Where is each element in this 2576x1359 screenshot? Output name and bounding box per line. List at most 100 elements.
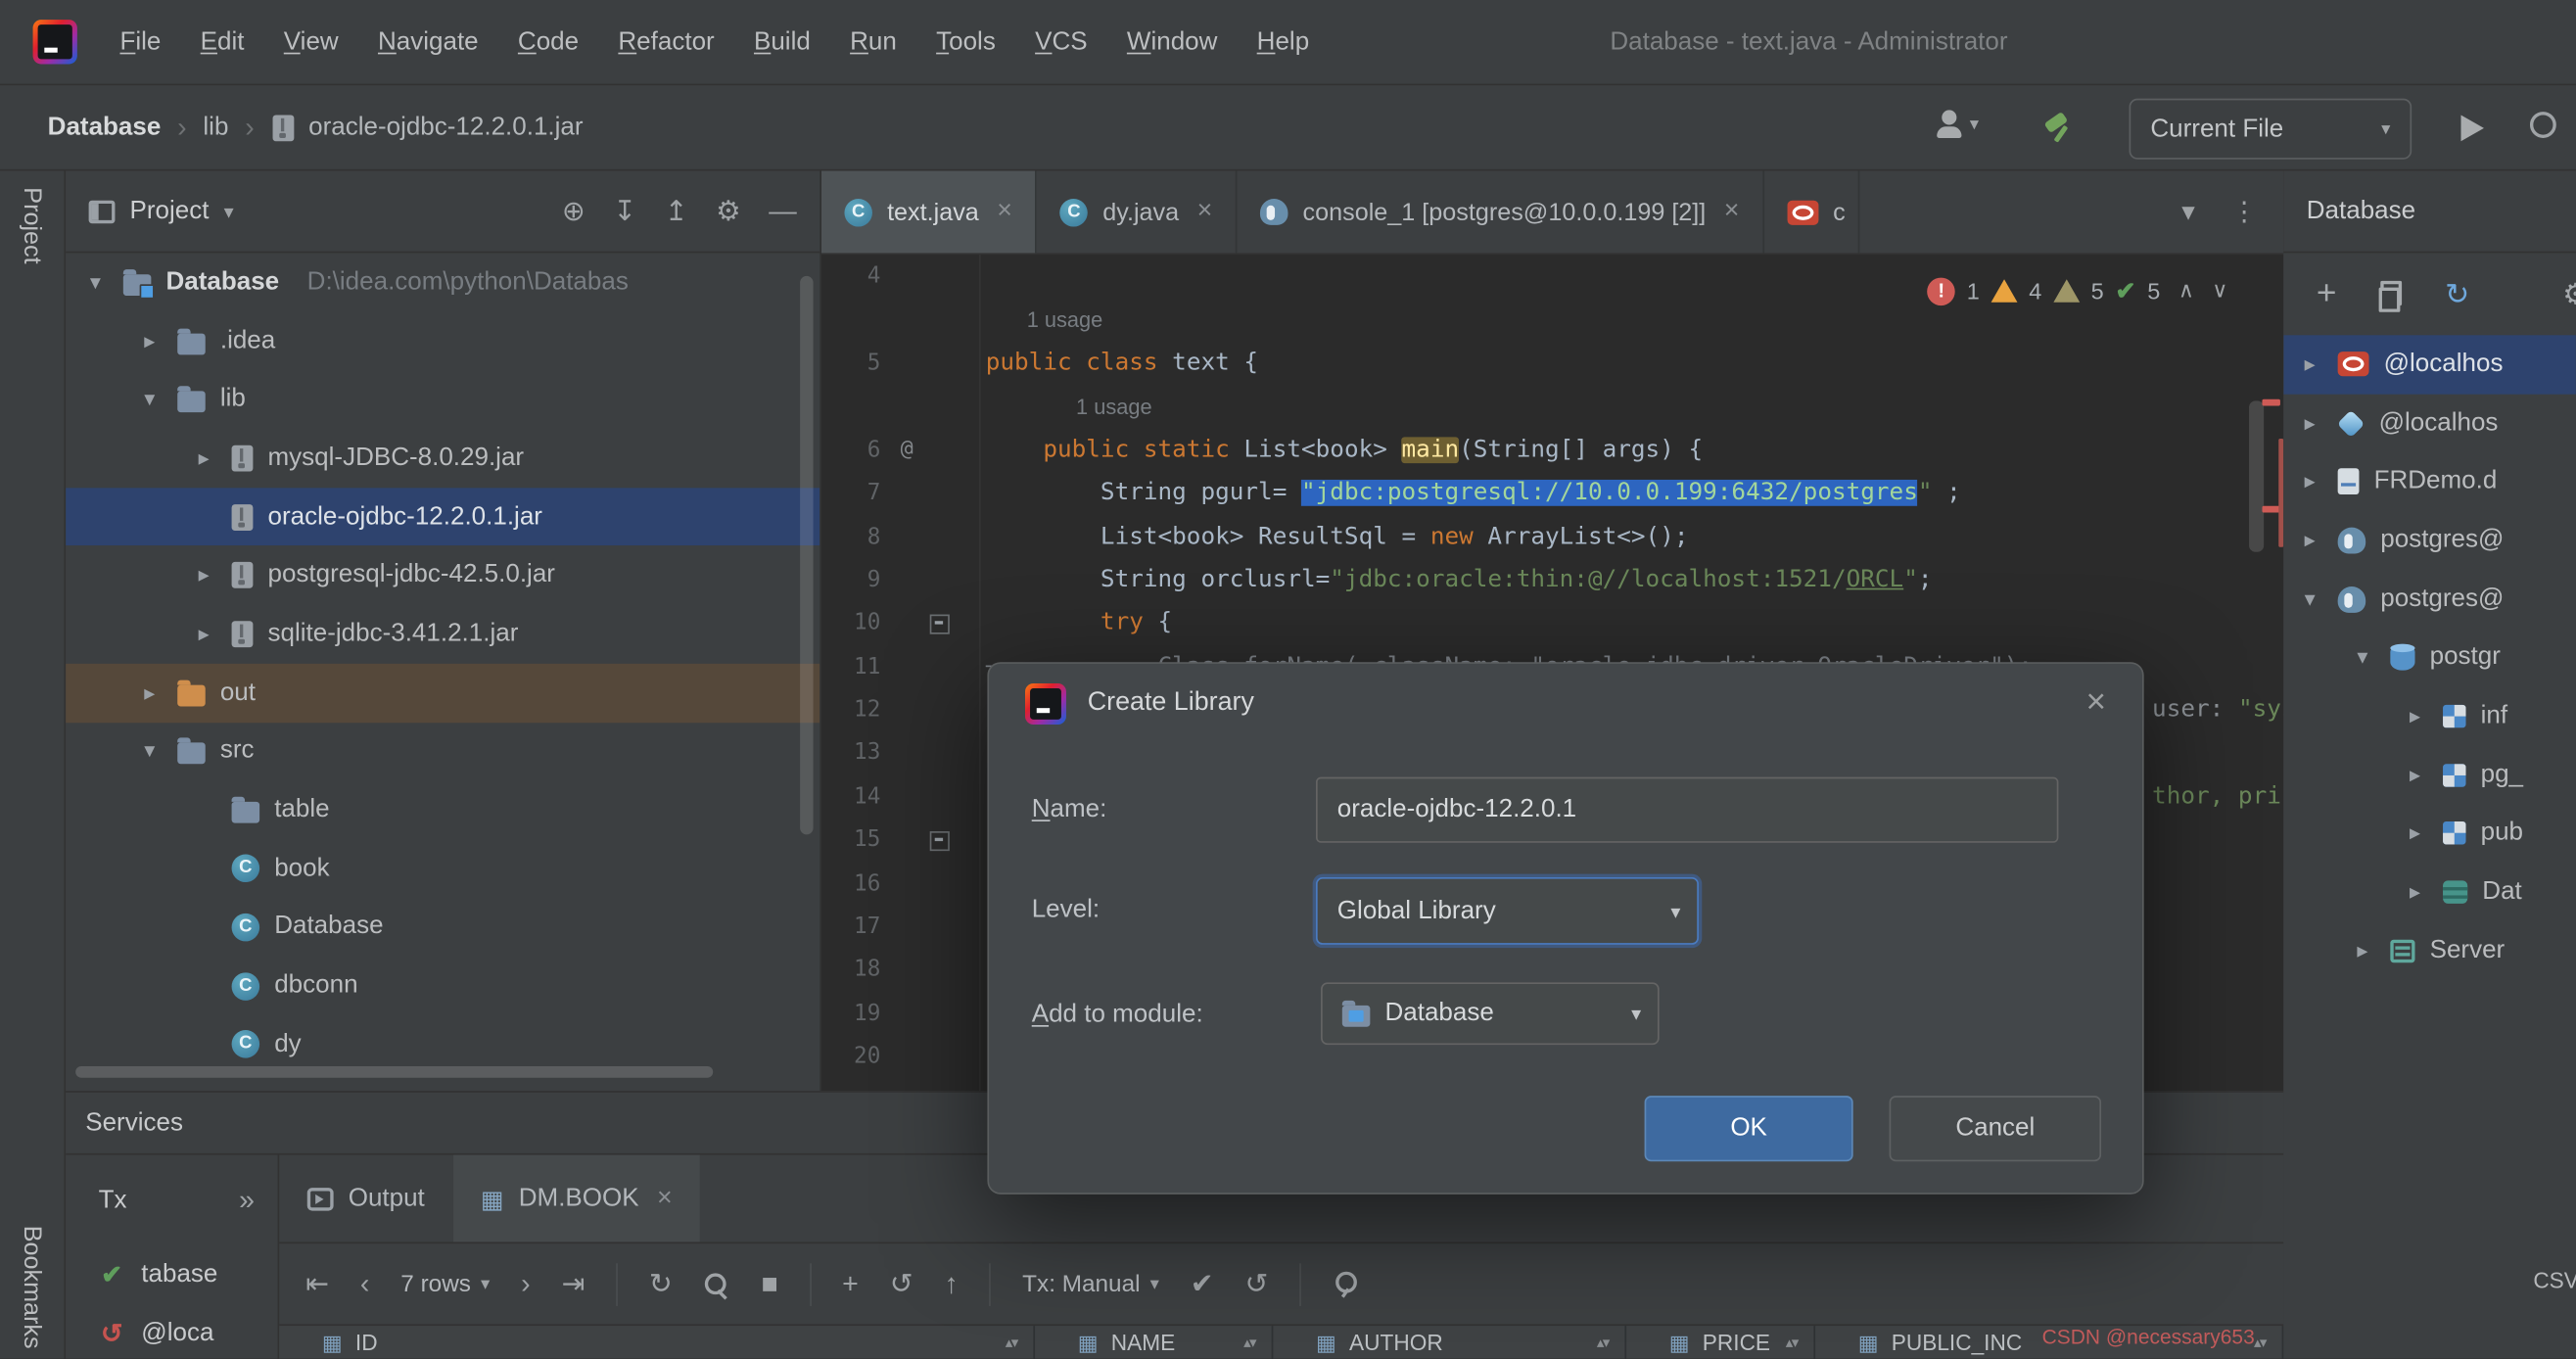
code-line[interactable]: 5public class text {: [821, 342, 2283, 385]
settings-gear-icon[interactable]: ⚙: [2562, 277, 2576, 311]
service-row-@loca[interactable]: ↺@loca: [66, 1304, 277, 1358]
close-icon[interactable]: ×: [657, 1184, 673, 1213]
tree-row-book[interactable]: book: [66, 839, 820, 898]
code-line[interactable]: 8 List<book> ResultSql = new ArrayList<>…: [821, 515, 2283, 558]
tree-row-dbconn[interactable]: dbconn: [66, 957, 820, 1015]
cancel-button[interactable]: Cancel: [1890, 1096, 2101, 1161]
tree-row-table[interactable]: table: [66, 780, 820, 839]
tree-row-postgresql-jdbc-42.5.0.jar[interactable]: ▸postgresql-jdbc-42.5.0.jar: [66, 546, 820, 605]
revert-icon[interactable]: ↺: [890, 1267, 913, 1300]
weak-warning-count[interactable]: 5: [2091, 278, 2104, 305]
fold-marker-icon[interactable]: [926, 819, 956, 862]
chevron-right-icon[interactable]: ▸: [187, 621, 220, 647]
editor-tab-console-1-postgres-10-0-0-199-2-[interactable]: console_1 [postgres@10.0.0.199 [2]]×: [1237, 171, 1763, 254]
tree-row-src[interactable]: ▾src: [66, 722, 820, 780]
run-configuration-selector[interactable]: Current File▾: [2130, 99, 2412, 160]
tree-row-inf[interactable]: ▸inf: [2283, 687, 2576, 746]
code-line[interactable]: 10 try {: [821, 601, 2283, 644]
breadcrumb-item[interactable]: Database: [39, 113, 168, 142]
library-name-input[interactable]: [1316, 777, 2058, 843]
hidden-tabs-icon[interactable]: ▾: [2181, 196, 2194, 229]
tree-row-postgres@[interactable]: ▾postgres@: [2283, 570, 2576, 629]
warning-count[interactable]: 4: [2029, 278, 2041, 305]
column-header-author[interactable]: ▦AUTHOR▴▾: [1273, 1326, 1626, 1359]
sort-arrows-icon[interactable]: ▴▾: [1243, 1334, 1255, 1351]
tree-row-pg_[interactable]: ▸pg_: [2283, 745, 2576, 804]
editor-tab-dy-java[interactable]: dy.java×: [1037, 171, 1237, 254]
locate-file-icon[interactable]: ⊕: [562, 195, 585, 228]
chevron-right-icon[interactable]: ▸: [133, 328, 166, 354]
tx-label[interactable]: Tx: [99, 1186, 127, 1215]
level-combobox[interactable]: Global Library ▾: [1316, 877, 1699, 945]
tree-row-frdemo.d[interactable]: ▸FRDemo.d: [2283, 452, 2576, 511]
module-combobox[interactable]: Database ▾: [1321, 982, 1660, 1045]
more-options-icon[interactable]: ⋮: [2231, 196, 2258, 229]
chevron-right-icon[interactable]: ▸: [2346, 938, 2379, 964]
chevron-down-icon[interactable]: ▾: [2293, 586, 2326, 612]
tree-row-server[interactable]: ▸Server: [2283, 921, 2576, 980]
next-problem-icon[interactable]: ∨: [2212, 278, 2227, 305]
add-row-icon[interactable]: +: [842, 1267, 859, 1300]
code-line[interactable]: 7 String pgurl= "jdbc:postgresql://10.0.…: [821, 471, 2283, 514]
project-scrollbar-horizontal[interactable]: [75, 1066, 713, 1078]
close-icon[interactable]: ×: [1724, 197, 1740, 226]
chevron-right-icon[interactable]: ▸: [187, 445, 220, 472]
close-icon[interactable]: ×: [1197, 197, 1213, 226]
breadcrumb-item[interactable]: oracle-ojdbc-12.2.0.1.jar: [301, 113, 591, 142]
error-count[interactable]: 1: [1967, 278, 1980, 305]
run-icon[interactable]: [2460, 115, 2483, 141]
project-scrollbar-vertical[interactable]: [800, 276, 813, 834]
tree-row-out[interactable]: ▸out: [66, 664, 820, 723]
tool-button-project[interactable]: Project: [18, 187, 46, 263]
error-stripe-mark[interactable]: [2262, 399, 2279, 406]
menu-item-navigate[interactable]: Navigate: [358, 27, 498, 57]
tree-row-sqlite-jdbc-3.41.2.1.jar[interactable]: ▸sqlite-jdbc-3.41.2.1.jar: [66, 605, 820, 664]
editor-scrollbar[interactable]: [2249, 400, 2264, 551]
chevron-down-icon[interactable]: ▾: [133, 387, 166, 413]
chevron-right-icon[interactable]: ▸: [2293, 410, 2326, 437]
tree-row-oracle-ojdbc-12.2.0.1.jar[interactable]: oracle-ojdbc-12.2.0.1.jar: [66, 488, 820, 546]
code-line[interactable]: 9 String orclusrl="jdbc:oracle:thin:@//l…: [821, 558, 2283, 601]
chevron-right-icon[interactable]: ▸: [187, 562, 220, 588]
chevron-right-icon[interactable]: ▸: [133, 680, 166, 706]
search-icon[interactable]: [2530, 112, 2556, 138]
tree-row-dat[interactable]: ▸Dat: [2283, 863, 2576, 921]
close-icon[interactable]: ×: [997, 197, 1012, 226]
tree-row-lib[interactable]: ▾lib: [66, 370, 820, 429]
find-icon[interactable]: [704, 1271, 730, 1297]
chevron-right-icon[interactable]: ▸: [2293, 527, 2326, 553]
duplicate-icon[interactable]: [2379, 281, 2402, 307]
tree-row-postgr[interactable]: ▾postgr: [2283, 629, 2576, 687]
pin-icon[interactable]: [1333, 1270, 1357, 1298]
sort-arrows-icon[interactable]: ▴▾: [1006, 1334, 1017, 1351]
settings-gear-icon[interactable]: ⚙: [716, 195, 741, 228]
menu-item-edit[interactable]: Edit: [181, 27, 264, 57]
menu-item-build[interactable]: Build: [734, 27, 830, 57]
refresh-icon[interactable]: ↻: [2445, 277, 2469, 311]
chevron-right-icon[interactable]: ▸: [2399, 879, 2432, 906]
chevron-down-icon[interactable]: ▾: [2346, 644, 2379, 671]
code-line[interactable]: 6@ public static List<book> main(String[…: [821, 428, 2283, 471]
tree-row-database[interactable]: ▾DatabaseD:\idea.com\python\Databas: [66, 253, 820, 311]
first-page-icon[interactable]: ⇤: [305, 1267, 329, 1300]
services-tab-output[interactable]: Output: [279, 1155, 452, 1242]
chevron-down-icon[interactable]: ▾: [79, 269, 113, 296]
menu-item-file[interactable]: File: [100, 27, 180, 57]
chevron-right-icon[interactable]: ▸: [2399, 820, 2432, 847]
passed-count[interactable]: 5: [2147, 278, 2160, 305]
tree-row-@localhos[interactable]: ▸@localhos: [2283, 335, 2576, 394]
usage-hint[interactable]: 1 usage: [1076, 394, 1152, 418]
close-icon[interactable]: ×: [2085, 683, 2106, 723]
column-header-price[interactable]: ▦PRICE▴▾: [1626, 1326, 1815, 1359]
services-tab-dm-book[interactable]: ▦DM.BOOK×: [452, 1155, 700, 1242]
expand-all-icon[interactable]: ↧: [613, 195, 636, 228]
menu-item-refactor[interactable]: Refactor: [598, 27, 734, 57]
sort-arrows-icon[interactable]: ▴▾: [1786, 1334, 1798, 1351]
stop-icon[interactable]: ■: [761, 1267, 777, 1300]
chevron-down-icon[interactable]: ▾: [224, 200, 234, 222]
service-row-tabase[interactable]: ✔tabase: [66, 1245, 277, 1304]
tx-mode-selector[interactable]: Tx: Manual▾: [1022, 1271, 1159, 1297]
csv-format-label[interactable]: CSV: [2533, 1268, 2576, 1292]
tree-row-postgres@[interactable]: ▸postgres@: [2283, 511, 2576, 570]
tree-row-pub[interactable]: ▸pub: [2283, 804, 2576, 863]
